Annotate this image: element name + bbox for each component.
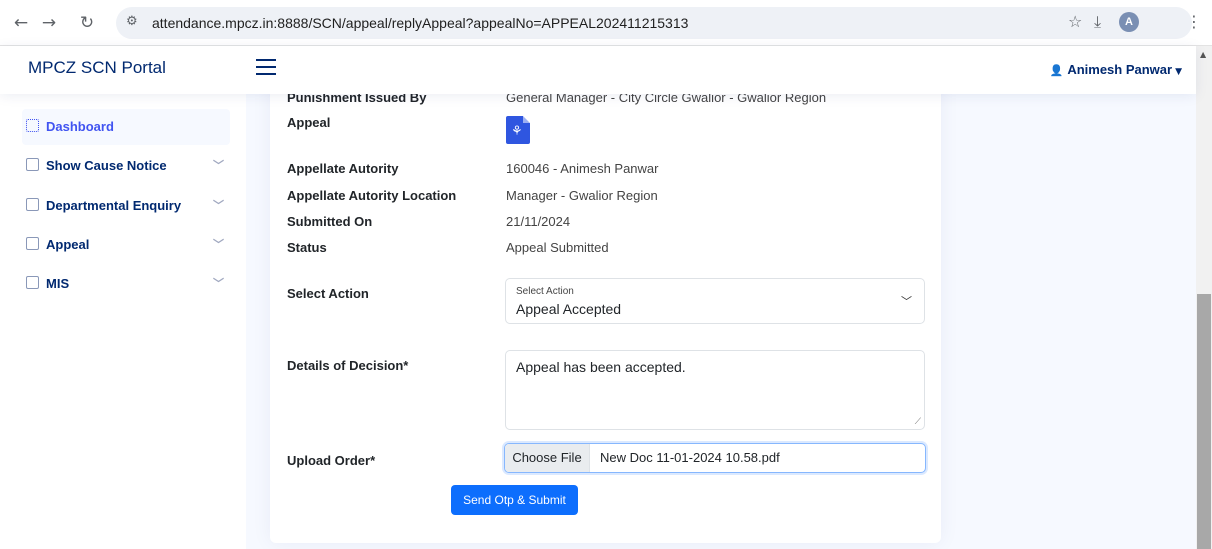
status-label: Status [287, 240, 327, 255]
reload-icon[interactable]: ↻ [74, 10, 100, 36]
sidebar-item-departmental-enquiry[interactable]: Departmental Enquiry ﹀ [22, 188, 230, 224]
file-icon [26, 237, 39, 250]
submitted-label: Submitted On [287, 214, 373, 229]
sidebar-item-show-cause-notice[interactable]: Show Cause Notice ﹀ [22, 148, 230, 184]
brand-title[interactable]: MPCZ SCN Portal [28, 58, 166, 78]
site-info-icon[interactable]: ⚙ [126, 14, 138, 29]
forward-icon[interactable]: → [36, 10, 62, 36]
choose-file-button[interactable]: Choose File [505, 444, 590, 472]
decision-textarea[interactable]: Appeal has been accepted. ⟋ [505, 350, 925, 430]
user-name: Animesh Panwar [1067, 62, 1173, 77]
sidebar-item-label: Appeal [46, 237, 90, 252]
user-icon: 👤 [1049, 64, 1064, 77]
action-float-label: Select Action [516, 286, 574, 297]
scroll-thumb[interactable] [1197, 294, 1211, 549]
sidebar-item-appeal[interactable]: Appeal ﹀ [22, 227, 230, 263]
file-icon [26, 198, 39, 211]
sidebar-item-label: Show Cause Notice [46, 158, 167, 173]
download-icon[interactable]: ⤓ [1094, 12, 1101, 32]
resize-grip-icon[interactable]: ⟋ [915, 417, 921, 427]
acrobat-glyph-icon: ⚘ [511, 124, 523, 139]
chevron-down-icon: ﹀ [213, 277, 224, 290]
browser-toolbar: ← → ↻ ⚙ attendance.mpcz.in:8888/SCN/appe… [0, 0, 1212, 46]
location-value: Manager - Gwalior Region [506, 188, 658, 203]
scroll-up-icon[interactable]: ▲ [1200, 50, 1206, 59]
profile-avatar[interactable]: A [1119, 12, 1139, 32]
selected-file-name: New Doc 11-01-2024 10.58.pdf [600, 450, 780, 465]
url-text[interactable]: attendance.mpcz.in:8888/SCN/appeal/reply… [152, 15, 688, 31]
back-icon[interactable]: ← [8, 10, 34, 36]
sidebar-item-label: MIS [46, 276, 70, 291]
sidebar-item-mis[interactable]: MIS ﹀ [22, 266, 230, 302]
select-action-label: Select Action [287, 286, 369, 301]
authority-value: 160046 - Animesh Panwar [506, 161, 659, 176]
chevron-down-icon: ﹀ [213, 238, 224, 251]
bookmark-star-icon[interactable]: ☆ [1068, 12, 1082, 31]
appeal-label: Appeal [287, 115, 331, 130]
hamburger-menu-icon[interactable] [256, 59, 276, 77]
grid-icon [26, 119, 39, 132]
user-menu[interactable]: 👤 Animesh Panwar ▼ [1050, 62, 1182, 77]
layout-icon [26, 158, 39, 171]
sidebar-item-label: Departmental Enquiry [46, 198, 182, 213]
authority-label: Appellate Autority [287, 161, 399, 176]
chevron-down-icon: ﹀ [213, 199, 224, 212]
action-selected-value: Appeal Accepted [516, 301, 622, 317]
app-header: MPCZ SCN Portal 👤 Animesh Panwar ▼ [0, 46, 1196, 94]
sidebar-item-label: Dashboard [46, 119, 114, 134]
address-bar[interactable]: ⚙ attendance.mpcz.in:8888/SCN/appeal/rep… [116, 7, 1192, 39]
upload-label: Upload Order* [287, 453, 376, 468]
layout-icon [26, 276, 39, 289]
appeal-reply-card: Punishment Issued By General Manager - C… [270, 70, 941, 543]
location-label: Appellate Autority Location [287, 188, 457, 203]
caret-down-icon: ▼ [1175, 67, 1182, 77]
sidebar-item-dashboard[interactable]: Dashboard [22, 109, 230, 145]
pdf-icon[interactable]: ⚘ [506, 116, 530, 144]
decision-label: Details of Decision* [287, 358, 409, 373]
submitted-value: 21/11/2024 [506, 214, 571, 229]
action-select[interactable]: Select Action Appeal Accepted ﹀ [505, 278, 925, 324]
status-value: Appeal Submitted [506, 240, 609, 255]
decision-text: Appeal has been accepted. [516, 359, 686, 375]
send-otp-submit-button[interactable]: Send Otp & Submit [451, 485, 578, 515]
chevron-down-icon: ﹀ [213, 159, 224, 172]
page-scrollbar[interactable]: ▲ [1196, 46, 1212, 549]
upload-order-input[interactable]: Choose File New Doc 11-01-2024 10.58.pdf [504, 443, 926, 473]
chevron-down-icon: ﹀ [901, 295, 912, 308]
browser-menu-icon[interactable]: ⋮ [1186, 12, 1202, 31]
sidebar: Dashboard Show Cause Notice ﹀ Department… [0, 94, 246, 549]
